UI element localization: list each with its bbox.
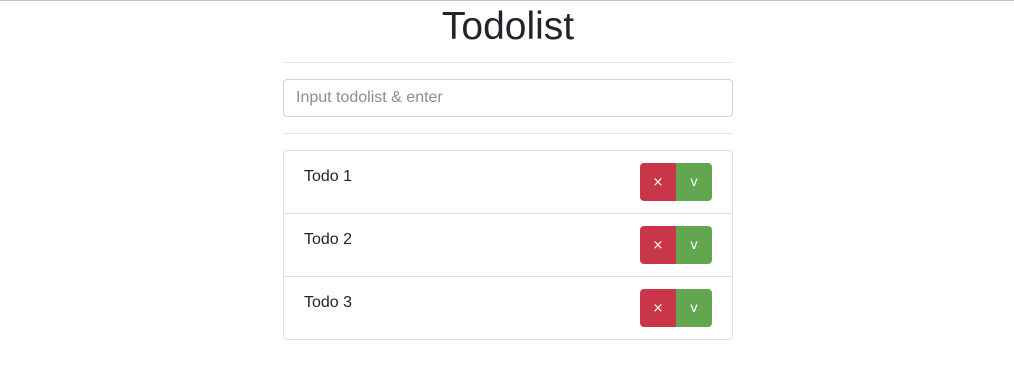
todo-actions: × v (640, 289, 712, 327)
todo-actions: × v (640, 226, 712, 264)
close-icon: × (652, 174, 664, 190)
divider-bottom (283, 133, 733, 134)
todo-text: Todo 1 (304, 168, 353, 185)
complete-button[interactable]: v (676, 163, 712, 201)
check-icon: v (690, 174, 698, 190)
delete-button[interactable]: × (640, 163, 676, 201)
list-item: Todo 1 × v (284, 151, 732, 214)
list-item: Todo 2 × v (284, 214, 732, 277)
complete-button[interactable]: v (676, 289, 712, 327)
todo-actions: × v (640, 163, 712, 201)
check-icon: v (690, 237, 698, 253)
close-icon: × (652, 300, 664, 316)
todo-list: Todo 1 × v Todo 2 × v Todo 3 × v (283, 150, 733, 340)
check-icon: v (690, 300, 698, 316)
divider-top (283, 62, 733, 63)
list-item: Todo 3 × v (284, 277, 732, 339)
delete-button[interactable]: × (640, 289, 676, 327)
complete-button[interactable]: v (676, 226, 712, 264)
todo-input[interactable] (283, 79, 733, 117)
todo-text: Todo 2 (304, 231, 353, 248)
page-title: Todolist (441, 5, 575, 48)
todo-text: Todo 3 (304, 294, 353, 311)
delete-button[interactable]: × (640, 226, 676, 264)
window-top-border (0, 0, 1014, 1)
close-icon: × (652, 237, 664, 253)
